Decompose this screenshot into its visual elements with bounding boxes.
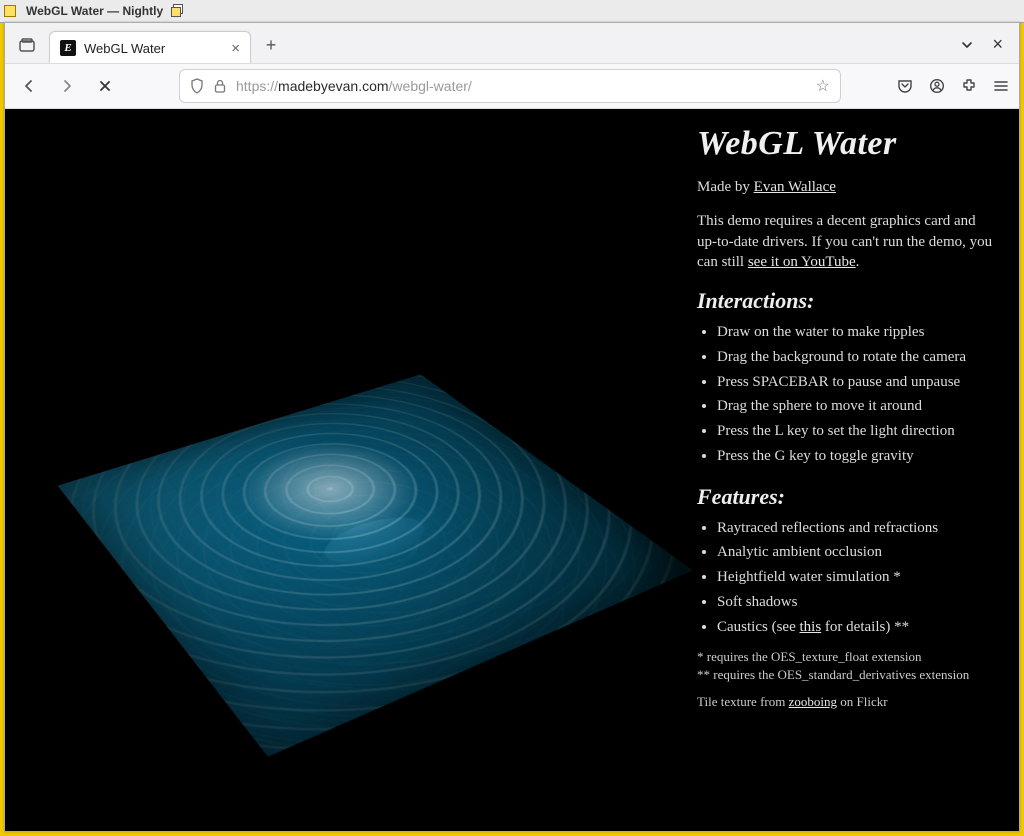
list-item: Heightfield water simulation * — [717, 567, 997, 589]
list-item: Caustics (see this for details) ** — [717, 617, 997, 639]
info-panel: WebGL Water Made by Evan Wallace This de… — [697, 119, 997, 721]
interactions-list: Draw on the water to make ripples Drag t… — [697, 322, 997, 468]
url-text: https://madebyevan.com/webgl-water/ — [236, 78, 806, 94]
window-menu-icon[interactable] — [4, 5, 16, 17]
tracking-shield-icon[interactable] — [190, 78, 204, 94]
tab-title: WebGL Water — [84, 41, 165, 56]
os-titlebar: WebGL Water — Nightly — [0, 0, 1024, 23]
tab-strip: E WebGL Water × + × — [5, 23, 1019, 63]
byline: Made by Evan Wallace — [697, 177, 997, 197]
author-link[interactable]: Evan Wallace — [754, 179, 836, 195]
list-item: Drag the background to rotate the camera — [717, 347, 997, 369]
menu-icon[interactable] — [993, 79, 1009, 93]
extensions-icon[interactable] — [961, 78, 977, 94]
caustics-link[interactable]: this — [799, 619, 821, 635]
all-tabs-button[interactable] — [11, 31, 43, 59]
bookmark-star-icon[interactable]: ☆ — [816, 76, 830, 96]
webgl-canvas[interactable] — [5, 229, 715, 831]
tab-overflow-icon[interactable] — [960, 38, 974, 52]
credit: Tile texture from zooboing on Flickr — [697, 693, 997, 711]
list-item: Raytraced reflections and refractions — [717, 518, 997, 540]
page-content: WebGL Water Made by Evan Wallace This de… — [5, 109, 1019, 831]
browser-window: E WebGL Water × + × — [4, 22, 1020, 832]
list-item: Press SPACEBAR to pause and unpause — [717, 372, 997, 394]
stop-button[interactable] — [91, 72, 119, 100]
window-close-icon[interactable]: × — [992, 34, 1003, 55]
youtube-link[interactable]: see it on YouTube — [748, 254, 856, 270]
list-item: Drag the sphere to move it around — [717, 396, 997, 418]
list-item: Press the L key to set the light directi… — [717, 421, 997, 443]
pocket-icon[interactable] — [897, 78, 913, 94]
page-title: WebGL Water — [697, 125, 997, 163]
list-item: Analytic ambient occlusion — [717, 542, 997, 564]
features-heading: Features: — [697, 484, 997, 510]
features-list: Raytraced reflections and refractions An… — [697, 518, 997, 639]
window-title: WebGL Water — Nightly — [20, 4, 169, 18]
interactions-heading: Interactions: — [697, 288, 997, 314]
list-item: Soft shadows — [717, 592, 997, 614]
window-restore-icon[interactable] — [171, 4, 185, 18]
browser-tab[interactable]: E WebGL Water × — [49, 31, 251, 64]
back-button[interactable] — [15, 72, 43, 100]
account-icon[interactable] — [929, 78, 945, 94]
new-tab-button[interactable]: + — [257, 31, 285, 59]
list-item: Draw on the water to make ripples — [717, 322, 997, 344]
intro-text: This demo requires a decent graphics car… — [697, 211, 997, 272]
tab-close-icon[interactable]: × — [231, 41, 240, 56]
forward-button[interactable] — [53, 72, 81, 100]
tab-favicon: E — [60, 40, 76, 56]
url-bar[interactable]: https://madebyevan.com/webgl-water/ ☆ — [179, 69, 841, 103]
footnote: * requires the OES_texture_float extensi… — [697, 648, 997, 683]
lock-icon[interactable] — [214, 79, 226, 93]
browser-toolbar: https://madebyevan.com/webgl-water/ ☆ — [5, 63, 1019, 109]
list-item: Press the G key to toggle gravity — [717, 446, 997, 468]
credit-link[interactable]: zooboing — [789, 694, 837, 709]
